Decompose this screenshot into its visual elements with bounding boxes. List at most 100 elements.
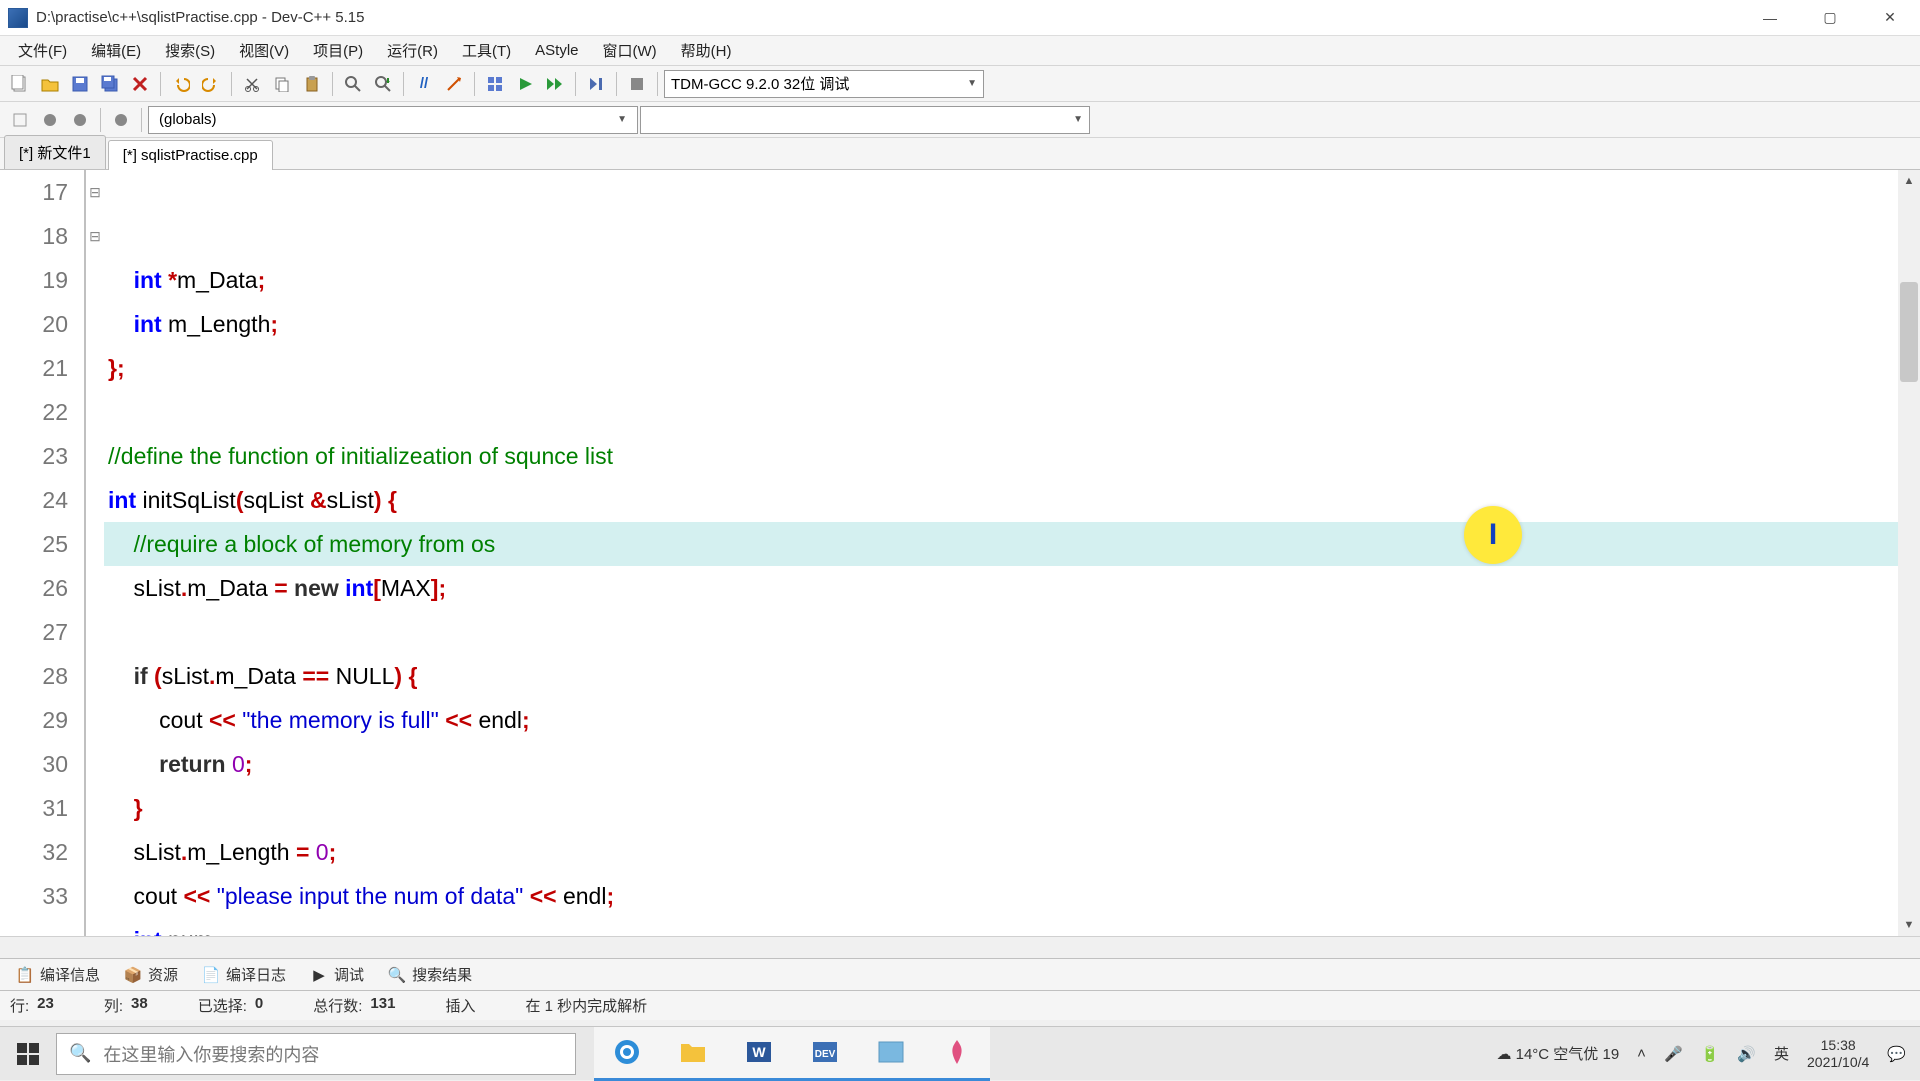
menu-run[interactable]: 运行(R) [375, 36, 450, 65]
menu-bar: 文件(F) 编辑(E) 搜索(S) 视图(V) 项目(P) 运行(R) 工具(T… [0, 36, 1920, 66]
btab-compile-info[interactable]: 📋编译信息 [6, 960, 110, 989]
separator [332, 72, 333, 96]
menu-edit[interactable]: 编辑(E) [79, 36, 153, 65]
vertical-scrollbar[interactable]: ▲ ▼ [1898, 170, 1920, 936]
tray-ime[interactable]: 英 [1774, 1043, 1789, 1064]
new-file-icon[interactable] [6, 70, 34, 98]
task-app2[interactable] [924, 1027, 990, 1081]
open-file-icon[interactable] [36, 70, 64, 98]
scope-select[interactable]: (globals) ▼ [148, 106, 638, 134]
menu-window[interactable]: 窗口(W) [591, 36, 669, 65]
separator [231, 72, 232, 96]
compile-icon[interactable] [481, 70, 509, 98]
member-select[interactable]: ▼ [640, 106, 1090, 134]
search-placeholder: 在这里输入你要搜索的内容 [103, 1041, 319, 1067]
comment-icon[interactable]: // [410, 70, 438, 98]
task-devcpp[interactable]: DEV [792, 1027, 858, 1081]
bookmark-icon[interactable] [6, 106, 34, 134]
bottom-tabs: 📋编译信息 📦资源 📄编译日志 ▶调试 🔍搜索结果 [0, 958, 1920, 990]
redo-icon[interactable] [197, 70, 225, 98]
scope-value: (globals) [159, 111, 217, 128]
task-edge[interactable] [594, 1027, 660, 1081]
start-button[interactable] [0, 1027, 56, 1081]
tray-battery-icon[interactable]: 🔋 [1701, 1045, 1720, 1063]
taskbar-search[interactable]: 🔍 在这里输入你要搜索的内容 [56, 1033, 576, 1075]
compiler-value: TDM-GCC 9.2.0 32位 调试 [671, 73, 849, 94]
btab-search-results[interactable]: 🔍搜索结果 [378, 960, 482, 989]
code-area[interactable]: int *m_Data; int m_Length;};//define the… [104, 170, 1920, 936]
separator [160, 72, 161, 96]
separator [100, 108, 101, 132]
save-all-icon[interactable] [96, 70, 124, 98]
svg-text:DEV: DEV [815, 1049, 836, 1060]
minimize-button[interactable]: — [1740, 0, 1800, 36]
app-icon [8, 8, 28, 28]
copy-icon[interactable] [268, 70, 296, 98]
info-icon: 📋 [16, 966, 34, 984]
cursor-highlight: I [1464, 506, 1522, 564]
chevron-down-icon: ▼ [967, 78, 977, 89]
menu-view[interactable]: 视图(V) [227, 36, 301, 65]
tab-sqlistpractise[interactable]: [*] sqlistPractise.cpp [108, 140, 273, 170]
separator [141, 108, 142, 132]
close-button[interactable]: ✕ [1860, 0, 1920, 36]
separator [403, 72, 404, 96]
menu-search[interactable]: 搜索(S) [153, 36, 227, 65]
maximize-button[interactable]: ▢ [1800, 0, 1860, 36]
next-bookmark-icon[interactable] [66, 106, 94, 134]
paste-icon[interactable] [298, 70, 326, 98]
task-explorer[interactable] [660, 1027, 726, 1081]
tray-volume-icon[interactable]: 🔊 [1737, 1045, 1756, 1063]
separator [575, 72, 576, 96]
cut-icon[interactable] [238, 70, 266, 98]
debug-icon[interactable] [107, 106, 135, 134]
scroll-up-icon[interactable]: ▲ [1898, 170, 1920, 192]
tab-newfile[interactable]: [*] 新文件1 [4, 135, 106, 169]
menu-file[interactable]: 文件(F) [6, 36, 79, 65]
compile-run-icon[interactable] [541, 70, 569, 98]
btab-debug[interactable]: ▶调试 [300, 960, 374, 989]
stop-icon[interactable] [623, 70, 651, 98]
save-icon[interactable] [66, 70, 94, 98]
tray-clock[interactable]: 15:38 2021/10/4 [1807, 1037, 1869, 1071]
uncomment-icon[interactable] [440, 70, 468, 98]
title-bar: D:\practise\c++\sqlistPractise.cpp - Dev… [0, 0, 1920, 36]
status-parse: 在 1 秒内完成解析 [525, 995, 647, 1016]
btab-resources[interactable]: 📦资源 [114, 960, 188, 989]
horizontal-scrollbar[interactable] [0, 936, 1920, 958]
code-editor[interactable]: 1718192021222324252627282930313233 ⊟⊟ in… [0, 170, 1920, 936]
run-icon[interactable] [511, 70, 539, 98]
scroll-down-icon[interactable]: ▼ [1898, 914, 1920, 936]
debug-step-icon[interactable] [582, 70, 610, 98]
menu-project[interactable]: 项目(P) [301, 36, 375, 65]
task-word[interactable]: W [726, 1027, 792, 1081]
menu-tools[interactable]: 工具(T) [450, 36, 523, 65]
close-file-icon[interactable] [126, 70, 154, 98]
resource-icon: 📦 [124, 966, 142, 984]
tray-chevron-icon[interactable]: ˄ [1637, 1045, 1646, 1062]
separator [474, 72, 475, 96]
scroll-thumb[interactable] [1900, 282, 1918, 382]
window-title: D:\practise\c++\sqlistPractise.cpp - Dev… [36, 9, 1740, 26]
goto-bookmark-icon[interactable] [36, 106, 64, 134]
btab-compile-log[interactable]: 📄编译日志 [192, 960, 296, 989]
chevron-down-icon: ▼ [617, 114, 627, 125]
undo-icon[interactable] [167, 70, 195, 98]
replace-icon[interactable] [369, 70, 397, 98]
file-tabs: [*] 新文件1 [*] sqlistPractise.cpp [0, 138, 1920, 170]
weather-widget[interactable]: ☁ 14°C 空气优 19 [1496, 1043, 1619, 1064]
line-gutter: 1718192021222324252627282930313233 [0, 170, 86, 936]
tray-notifications-icon[interactable]: 💬 [1887, 1045, 1906, 1063]
tray-mic-icon[interactable]: 🎤 [1664, 1045, 1683, 1063]
log-icon: 📄 [202, 966, 220, 984]
fold-column[interactable]: ⊟⊟ [86, 170, 104, 936]
compiler-select[interactable]: TDM-GCC 9.2.0 32位 调试 ▼ [664, 70, 984, 98]
debug-play-icon: ▶ [310, 966, 328, 984]
menu-help[interactable]: 帮助(H) [669, 36, 744, 65]
find-icon[interactable] [339, 70, 367, 98]
status-bar: 行:23 列:38 已选择:0 总行数:131 插入 在 1 秒内完成解析 [0, 990, 1920, 1020]
menu-astyle[interactable]: AStyle [523, 38, 590, 63]
task-app1[interactable] [858, 1027, 924, 1081]
status-line: 行:23 [10, 995, 54, 1016]
status-column: 列:38 [104, 995, 148, 1016]
